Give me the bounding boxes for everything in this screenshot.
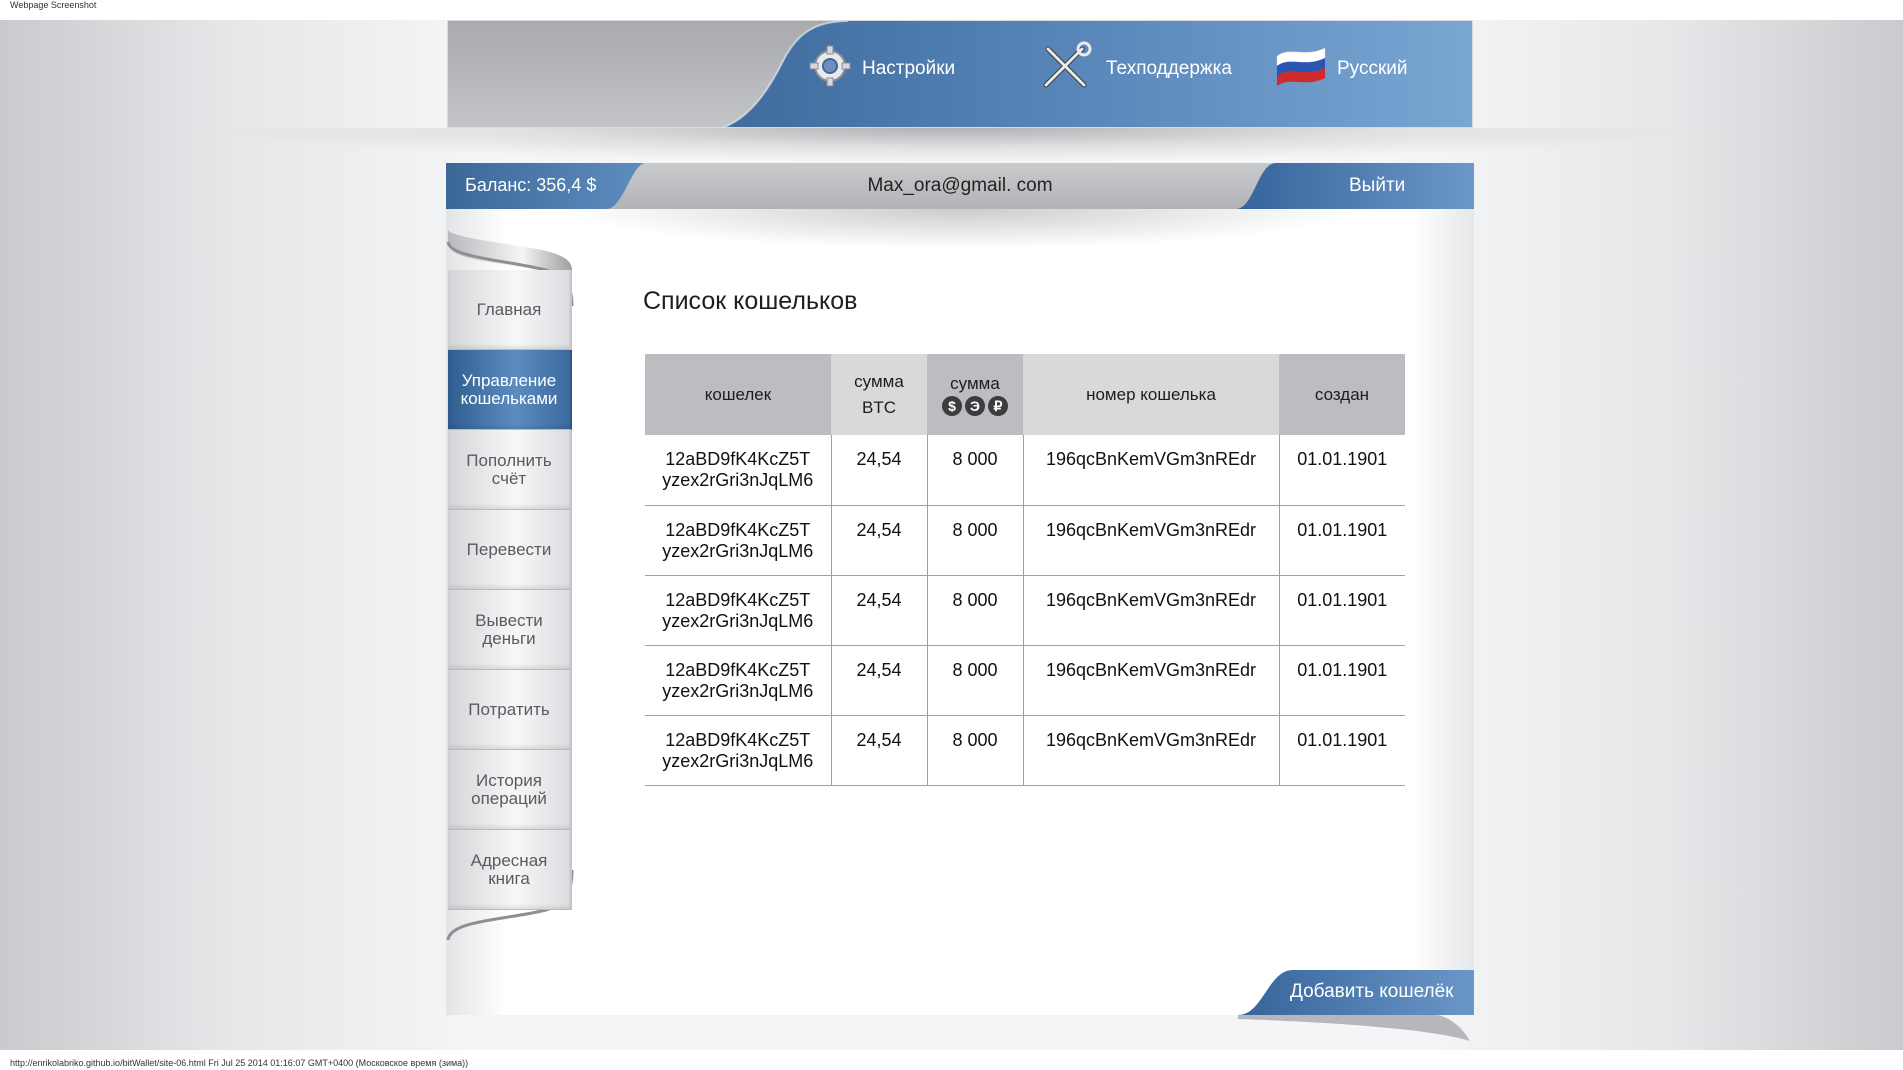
- sidebar-item-transfer[interactable]: Перевести: [448, 510, 572, 590]
- sidebar-item-top-up[interactable]: Пополнить счёт: [448, 430, 572, 510]
- table-header-row: кошелек сумма BTC сумма $ Э ₽ номер коше…: [645, 354, 1405, 435]
- wallet-number-cell: 196qcBnKemVGm3nREdr: [1023, 505, 1280, 576]
- table-row[interactable]: 12aBD9fK4KcZ5T yzex2rGri3nJqLM6 24,54 8 …: [645, 505, 1405, 576]
- sum-fiat-cell: 8 000: [927, 715, 1024, 786]
- created-cell: 01.01.1901: [1279, 505, 1405, 576]
- language-label: Русский: [1337, 58, 1408, 79]
- sidebar-item-label: Потратить: [468, 699, 550, 719]
- wallet-cell: 12aBD9fK4KcZ5T yzex2rGri3nJqLM6: [645, 435, 832, 506]
- russian-flag-icon: [1275, 44, 1327, 94]
- created-cell: 01.01.1901: [1279, 435, 1405, 506]
- add-wallet-button[interactable]: Добавить кошелёк: [1238, 970, 1474, 1015]
- sidebar-item-home[interactable]: Главная: [448, 270, 572, 350]
- sum-fiat-cell: 8 000: [927, 435, 1024, 506]
- column-header-wallet: кошелек: [645, 354, 831, 435]
- sum-btc-cell: 24,54: [831, 505, 928, 576]
- sidebar-item-label: Перевести: [466, 539, 552, 559]
- wallet-cell: 12aBD9fK4KcZ5T yzex2rGri3nJqLM6: [645, 645, 832, 716]
- sidebar-item-label: Управление кошельками: [460, 370, 558, 408]
- sidebar-item-wallet-management[interactable]: Управление кошельками: [448, 350, 572, 430]
- settings-label: Настройки: [862, 58, 956, 79]
- ruble-icon: ₽: [988, 395, 1008, 416]
- column-header-sum-btc: сумма BTC: [831, 354, 927, 435]
- table-row[interactable]: 12aBD9fK4KcZ5T yzex2rGri3nJqLM6 24,54 8 …: [645, 715, 1405, 786]
- dollar-icon: $: [942, 395, 962, 416]
- sum-fiat-cell: 8 000: [927, 645, 1024, 716]
- page-title: Список кошельков: [643, 287, 858, 315]
- tools-icon: [1036, 41, 1096, 97]
- wallets-table: кошелек сумма BTC сумма $ Э ₽ номер коше…: [645, 354, 1405, 786]
- support-label: Техподдержка: [1106, 58, 1232, 79]
- wallet-number-cell: 196qcBnKemVGm3nREdr: [1023, 715, 1280, 786]
- header-shadow: [200, 128, 1703, 162]
- sum-btc-cell: 24,54: [831, 435, 928, 506]
- wallet-cell: 12aBD9fK4KcZ5T yzex2rGri3nJqLM6: [645, 715, 832, 786]
- add-wallet-label: Добавить кошелёк: [1290, 981, 1454, 1002]
- wallet-number-cell: 196qcBnKemVGm3nREdr: [1023, 645, 1280, 716]
- gear-icon: [808, 44, 852, 94]
- sidebar-item-label: Пополнить счёт: [466, 450, 552, 488]
- sum-btc-cell: 24,54: [831, 575, 928, 646]
- sum-btc-cell: 24,54: [831, 715, 928, 786]
- sidebar-item-label: Главная: [476, 299, 542, 319]
- support-link[interactable]: Техподдержка: [1036, 41, 1232, 91]
- sum-fiat-cell: 8 000: [927, 575, 1024, 646]
- sidebar-menu: Главная Управление кошельками Пополнить …: [448, 270, 572, 910]
- bottom-swoosh-decoration: [1238, 1015, 1470, 1041]
- top-header: Настройки Техподдержка Русский: [447, 20, 1473, 128]
- screenshot-caption: Webpage Screenshot: [10, 0, 97, 10]
- created-cell: 01.01.1901: [1279, 715, 1405, 786]
- settings-link[interactable]: Настройки: [808, 44, 956, 94]
- sidebar-item-label: Адресная книга: [470, 850, 548, 888]
- sum-btc-cell: 24,54: [831, 645, 928, 716]
- panel-shadow: [560, 209, 1360, 249]
- created-cell: 01.01.1901: [1279, 645, 1405, 716]
- language-link[interactable]: Русский: [1275, 47, 1408, 91]
- sidebar-item-history[interactable]: История операций: [448, 750, 572, 830]
- sidebar-item-withdraw[interactable]: Вывести деньги: [448, 590, 572, 670]
- euro-icon: Э: [965, 395, 985, 416]
- sum-fiat-cell: 8 000: [927, 505, 1024, 576]
- page-url-footer: http://enrikolabriko.github.io/bitWallet…: [10, 1058, 469, 1068]
- column-header-created: создан: [1279, 354, 1405, 435]
- wallet-number-cell: 196qcBnKemVGm3nREdr: [1023, 435, 1280, 506]
- table-row[interactable]: 12aBD9fK4KcZ5T yzex2rGri3nJqLM6 24,54 8 …: [645, 645, 1405, 716]
- user-bar: Баланс: 356,4 $ Max_ora@gmail. com Выйти: [446, 163, 1474, 209]
- wallet-number-cell: 196qcBnKemVGm3nREdr: [1023, 575, 1280, 646]
- sidebar-item-label: Вывести деньги: [475, 610, 543, 648]
- table-row[interactable]: 12aBD9fK4KcZ5T yzex2rGri3nJqLM6 24,54 8 …: [645, 575, 1405, 646]
- sidebar-item-label: История операций: [471, 770, 547, 808]
- column-header-wallet-number: номер кошелька: [1023, 354, 1279, 435]
- wallet-cell: 12aBD9fK4KcZ5T yzex2rGri3nJqLM6: [645, 505, 832, 576]
- created-cell: 01.01.1901: [1279, 575, 1405, 646]
- column-header-sum-fiat: сумма $ Э ₽: [927, 354, 1023, 435]
- user-email: Max_ora@gmail. com: [867, 175, 1053, 196]
- currency-icons: $ Э ₽: [942, 395, 1008, 416]
- sidebar-item-address-book[interactable]: Адресная книга: [448, 830, 572, 910]
- logout-button[interactable]: Выйти: [1349, 175, 1405, 197]
- table-row[interactable]: 12aBD9fK4KcZ5T yzex2rGri3nJqLM6 24,54 8 …: [645, 435, 1405, 506]
- sidebar-item-spend[interactable]: Потратить: [448, 670, 572, 750]
- wallet-cell: 12aBD9fK4KcZ5T yzex2rGri3nJqLM6: [645, 575, 832, 646]
